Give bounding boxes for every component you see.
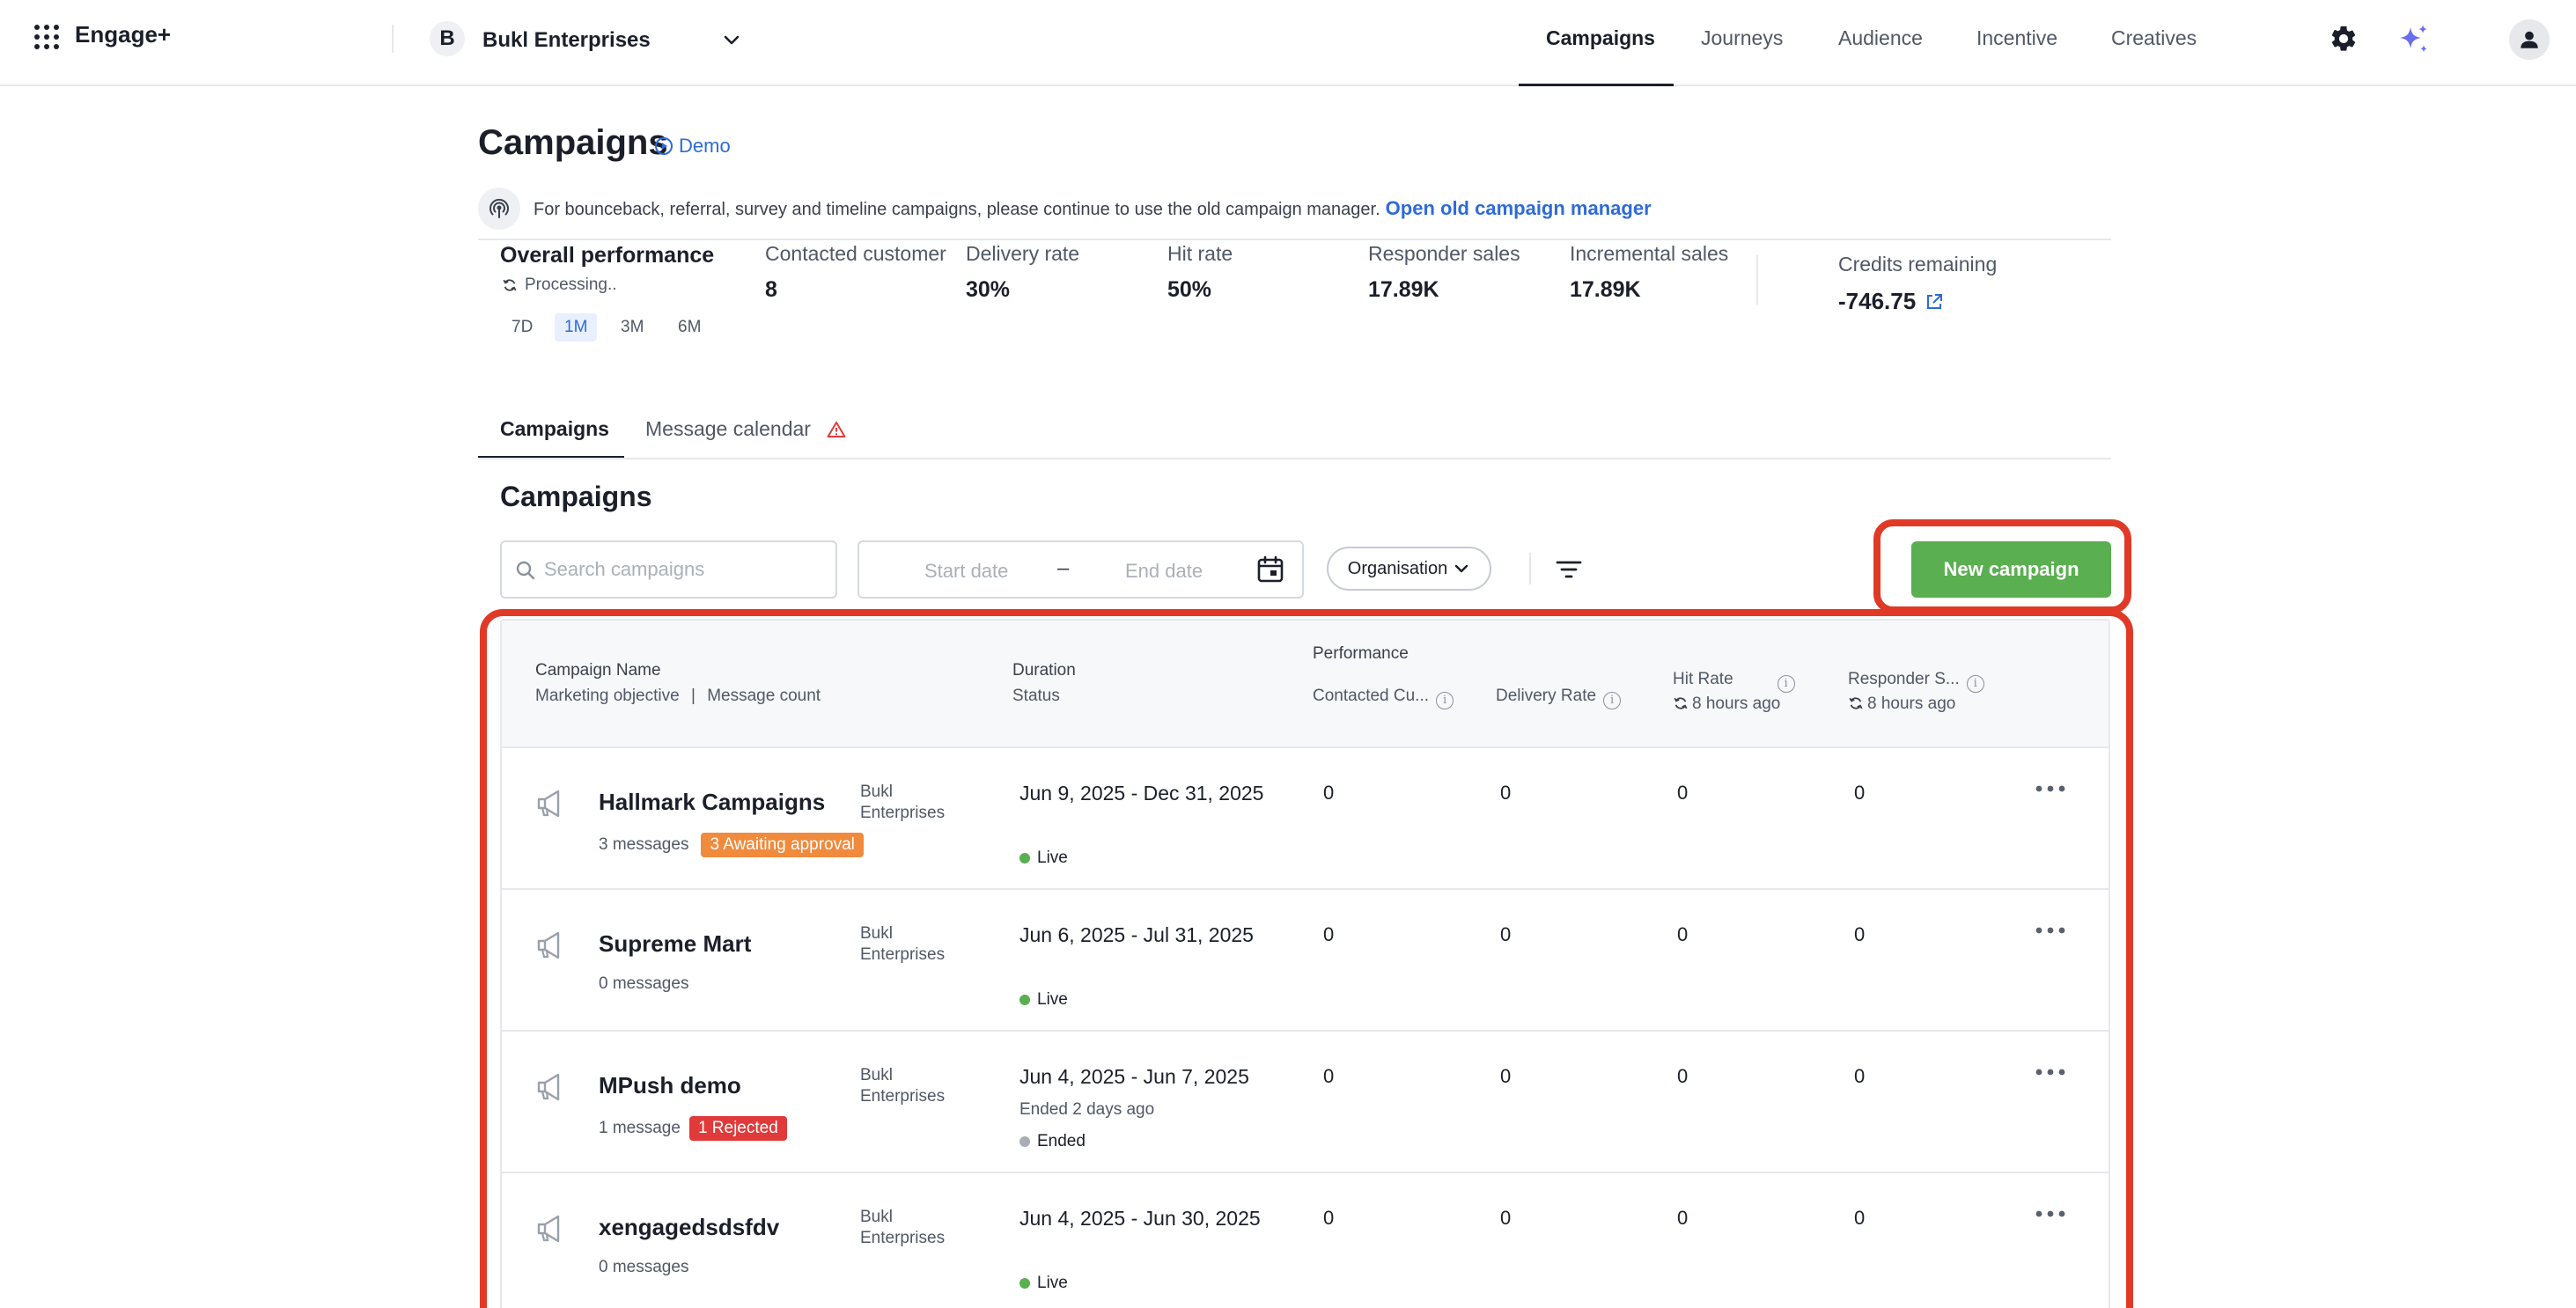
metric-incremental-label: Incremental sales (1570, 242, 1729, 265)
metric-contacted-value: 8 (765, 277, 777, 302)
demo-link[interactable]: Demo (654, 135, 731, 158)
metric-hit-label: Hit rate (1167, 242, 1233, 265)
metric-responder-label: Responder sales (1368, 242, 1520, 265)
tab-campaigns[interactable]: Campaigns (500, 417, 609, 441)
performance-title: Overall performance (500, 243, 715, 268)
topbar-divider (392, 25, 394, 53)
start-date-field[interactable]: Start date (924, 560, 1008, 583)
broadcast-icon (478, 187, 520, 230)
organisation-filter-label: Organisation (1347, 558, 1448, 578)
organisation-filter[interactable]: Organisation (1327, 547, 1491, 591)
metric-responder-value: 17.89K (1368, 277, 1439, 302)
section-divider (478, 239, 2111, 240)
metric-hit-value: 50% (1167, 277, 1212, 302)
user-avatar[interactable] (2509, 19, 2550, 60)
play-circle-icon (655, 137, 673, 155)
org-initial-badge: B (430, 21, 465, 56)
ai-sparkle-icon[interactable] (2396, 22, 2432, 57)
chevron-down-icon (724, 35, 740, 45)
end-date-field[interactable]: End date (1125, 560, 1203, 583)
date-range-picker[interactable]: Start date – End date (857, 540, 1304, 599)
filter-divider (1529, 553, 1531, 584)
metric-delivery-label: Delivery rate (966, 242, 1080, 265)
banner-text: For bounceback, referral, survey and tim… (534, 197, 1652, 220)
user-icon (2521, 31, 2538, 48)
nav-audience[interactable]: Audience (1838, 26, 1923, 50)
metric-incremental-value: 17.89K (1570, 277, 1641, 302)
processing-label: Processing.. (525, 276, 617, 294)
nav-incentive[interactable]: Incentive (1976, 26, 2057, 50)
warning-icon (827, 421, 846, 437)
chevron-down-icon (1455, 564, 1468, 573)
external-link-icon[interactable] (1925, 292, 1944, 312)
apps-grid-icon[interactable] (33, 24, 60, 50)
search-input[interactable] (544, 551, 826, 588)
metric-contacted-label: Contacted customer (765, 242, 946, 265)
tab-message-calendar[interactable]: Message calendar (645, 417, 846, 441)
page-title: Campaigns (478, 123, 668, 162)
top-bar: Engage+ B Bukl Enterprises Campaigns Jou… (0, 0, 2576, 86)
section-title: Campaigns (500, 481, 652, 512)
nav-creatives[interactable]: Creatives (2111, 26, 2197, 50)
metric-delivery-value: 30% (966, 277, 1011, 302)
org-name: Bukl Enterprises (482, 28, 651, 52)
demo-label: Demo (679, 135, 731, 157)
filter-icon[interactable] (1554, 555, 1584, 584)
open-old-campaign-manager-link[interactable]: Open old campaign manager (1386, 197, 1652, 219)
nav-journeys[interactable]: Journeys (1701, 26, 1783, 50)
range-7d[interactable]: 7D (502, 313, 542, 342)
calendar-icon[interactable] (1255, 555, 1285, 584)
search-icon (516, 561, 535, 580)
nav-active-indicator (1519, 84, 1674, 86)
search-box (500, 540, 837, 599)
range-1m[interactable]: 1M (555, 313, 598, 342)
highlight-new-campaign (1873, 519, 2131, 614)
highlight-campaigns-table (480, 609, 2133, 1308)
range-3m[interactable]: 3M (611, 313, 653, 342)
credits-divider (1756, 255, 1758, 305)
credits-label: Credits remaining (1838, 253, 1998, 276)
org-selector[interactable]: B Bukl Enterprises (430, 19, 755, 60)
tabs-divider (478, 458, 2111, 459)
date-separator: – (1057, 556, 1070, 580)
gear-icon[interactable] (2329, 24, 2359, 54)
processing-status: Processing.. (502, 276, 617, 295)
credits-value-group: -746.75 (1838, 288, 1944, 315)
banner-message: For bounceback, referral, survey and tim… (534, 200, 1380, 219)
nav-campaigns[interactable]: Campaigns (1546, 26, 1655, 50)
tab-message-calendar-label: Message calendar (645, 417, 811, 440)
range-6m[interactable]: 6M (668, 313, 710, 342)
info-banner: For bounceback, referral, survey and tim… (478, 185, 2111, 238)
credits-value: -746.75 (1838, 288, 1917, 314)
app-name: Engage+ (75, 21, 172, 48)
refresh-icon (503, 279, 517, 291)
